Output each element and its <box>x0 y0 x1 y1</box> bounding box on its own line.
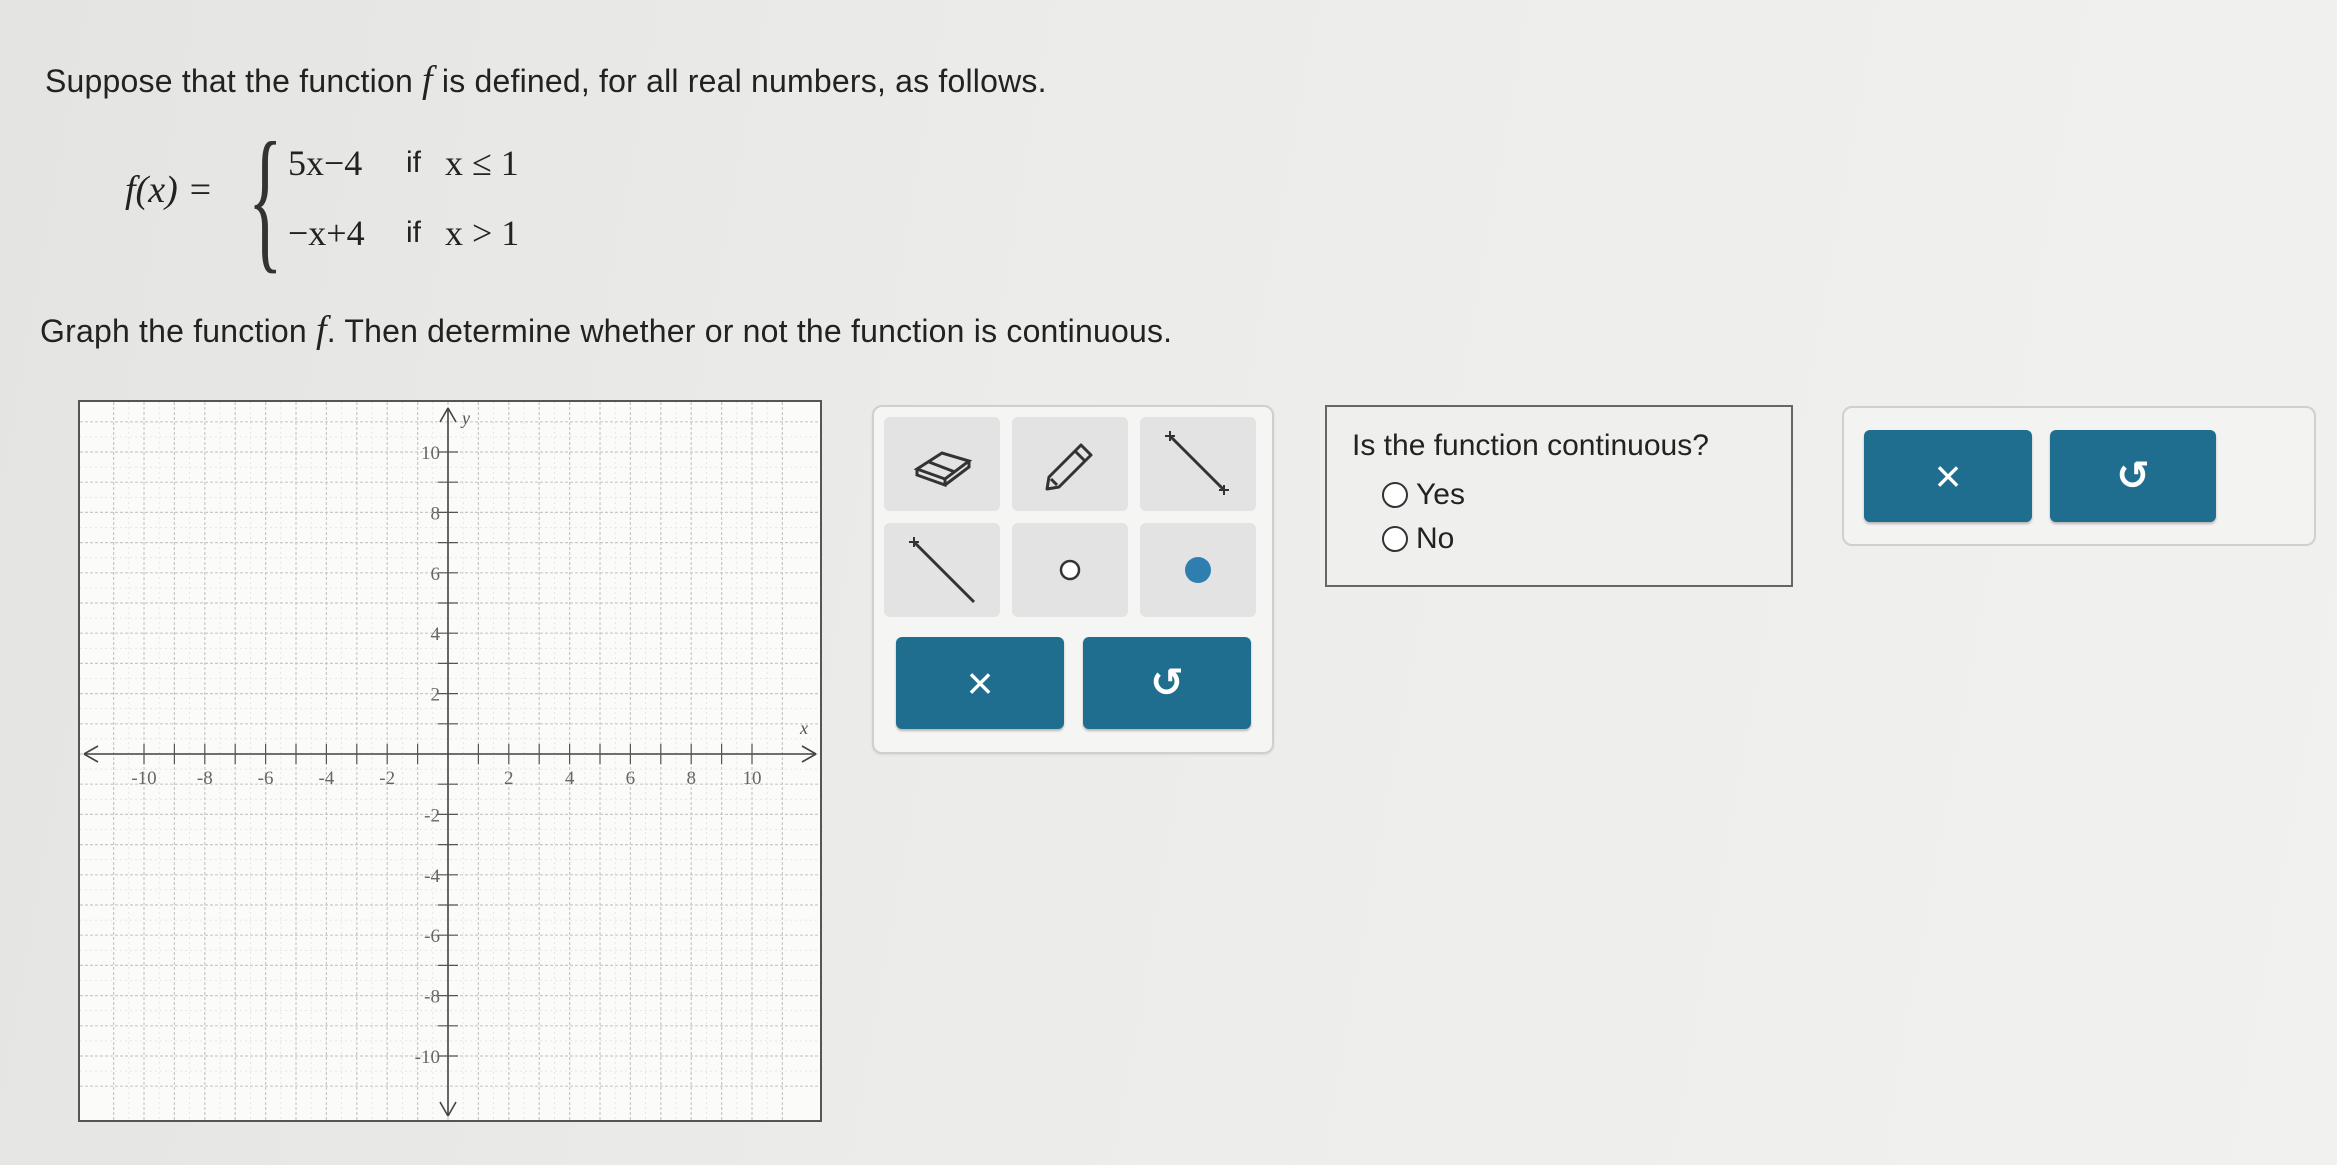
undo-icon: ↺ <box>2116 454 2150 498</box>
graph-clear-button[interactable]: × <box>896 637 1064 729</box>
open-point-icon <box>1059 559 1081 581</box>
case-2-condition: x > 1 <box>445 213 520 253</box>
radio-no[interactable] <box>1382 526 1408 552</box>
case-2-expression: −x+4 <box>288 213 365 253</box>
undo-icon: ↺ <box>1150 661 1184 705</box>
intro-text-after: is defined, for all real numbers, as fol… <box>432 63 1047 99</box>
x-tick-label: 10 <box>743 768 762 789</box>
open-point-tool[interactable] <box>1012 523 1128 617</box>
case-1-expression: 5x−4 <box>288 143 363 183</box>
answer-controls: × ↺ <box>1842 406 2316 546</box>
segment-tool[interactable] <box>1140 417 1256 511</box>
function-name: f <box>422 59 433 101</box>
intro-text-before: Suppose that the function <box>45 63 423 99</box>
graph-toolbox: × ↺ <box>872 405 1274 754</box>
x-tick-label: -8 <box>197 768 213 789</box>
y-tick-label: 6 <box>431 564 441 585</box>
y-tick-label: 10 <box>421 443 440 464</box>
graph-undo-button[interactable]: ↺ <box>1083 637 1251 729</box>
option-no[interactable]: No <box>1382 522 1454 556</box>
segment-icon <box>1165 431 1229 495</box>
option-yes[interactable]: Yes <box>1382 478 1465 512</box>
x-axis-label: x <box>799 718 808 738</box>
function-name-2: f <box>315 309 327 351</box>
x-tick-label: -4 <box>318 768 334 789</box>
eraser-tool[interactable] <box>884 417 1000 511</box>
case-1-if: if <box>406 146 421 179</box>
y-tick-label: 2 <box>431 685 441 706</box>
y-axis-label: y <box>460 408 470 428</box>
x-tick-label: 8 <box>686 768 696 789</box>
x-tick-label: -10 <box>131 768 156 789</box>
closed-point-icon <box>1185 557 1211 583</box>
piecewise-brace: { <box>248 109 283 287</box>
graphing-area[interactable]: -10 -8 -6 -4 -2 2 4 6 8 10 10 8 6 4 2 -2 -4 -6 -8 -10 x y <box>78 400 822 1122</box>
continuity-question: Is the function continuous? Yes No <box>1325 405 1793 587</box>
function-lhs: f(x) = <box>125 169 213 211</box>
y-tick-label: 8 <box>431 503 441 524</box>
instruction-text: Graph the function f. Then determine whe… <box>40 309 1173 351</box>
case-1-condition: x ≤ 1 <box>445 143 519 183</box>
x-tick-label: -6 <box>258 768 274 789</box>
x-tick-label: 4 <box>565 768 575 789</box>
ray-tool[interactable] <box>884 523 1000 617</box>
pencil-tool[interactable] <box>1012 417 1128 511</box>
y-tick-label: -10 <box>415 1047 440 1068</box>
answer-clear-button[interactable]: × <box>1864 430 2032 522</box>
y-tick-label: 4 <box>431 624 441 645</box>
ray-icon <box>909 537 976 604</box>
x-tick-label: 2 <box>504 768 514 789</box>
eraser-icon <box>913 451 973 488</box>
x-tick-label: 6 <box>626 768 636 789</box>
radio-yes[interactable] <box>1382 482 1408 508</box>
answer-undo-button[interactable]: ↺ <box>2050 430 2216 522</box>
y-tick-label: -2 <box>424 805 440 826</box>
pencil-icon <box>1045 443 1093 491</box>
coordinate-plane[interactable]: -10 -8 -6 -4 -2 2 4 6 8 10 10 8 6 4 2 -2 -4 -6 -8 -10 x y <box>80 402 820 1120</box>
question-text: Is the function continuous? <box>1352 429 1709 462</box>
case-2-if: if <box>406 216 421 249</box>
y-tick-label: -4 <box>424 866 440 887</box>
y-tick-label: -6 <box>424 926 440 947</box>
closed-point-tool[interactable] <box>1140 523 1256 617</box>
close-icon: × <box>966 657 994 709</box>
x-tick-label: -2 <box>379 768 395 789</box>
close-icon: × <box>1934 450 1962 502</box>
y-tick-label: -8 <box>424 987 440 1008</box>
problem-intro: Suppose that the function f is defined, … <box>45 58 1047 102</box>
